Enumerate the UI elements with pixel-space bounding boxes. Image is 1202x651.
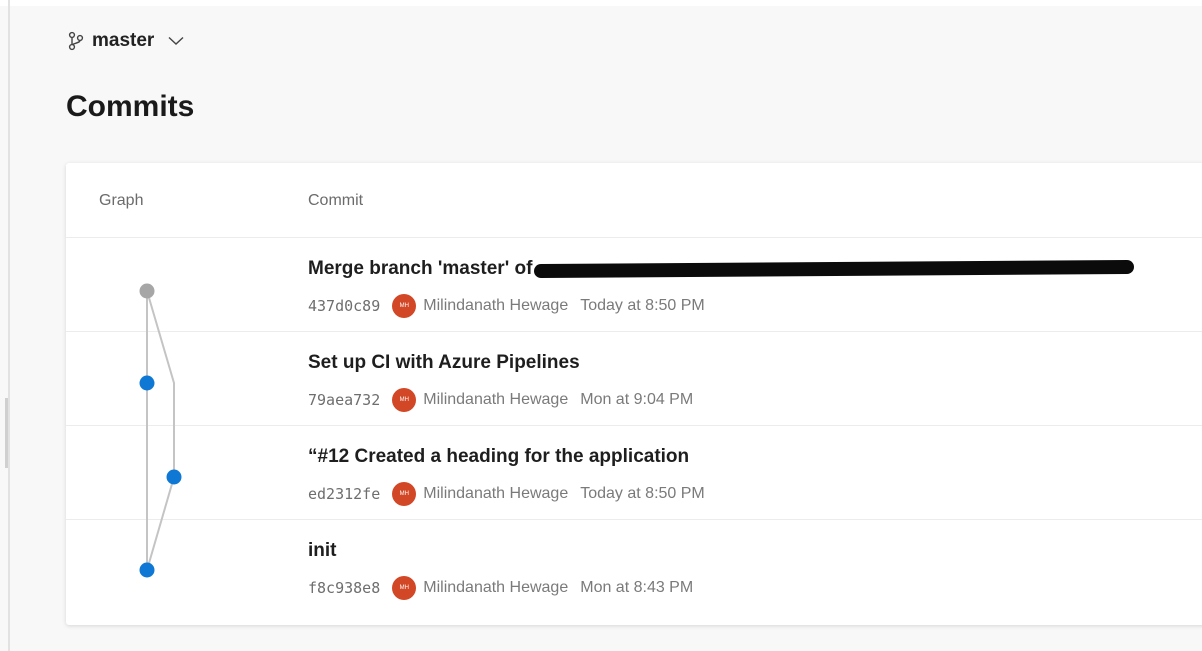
commit-date: Mon at 9:04 PM [580, 391, 694, 408]
commit-author: Milindanath Hewage [423, 579, 569, 596]
left-divider [5, 0, 10, 651]
commit-message-text: Merge branch 'master' of [308, 258, 533, 279]
commit-hash[interactable]: 437d0c89 [308, 297, 380, 315]
graph-node [139, 562, 155, 578]
column-header-commit[interactable]: Commit [308, 192, 363, 210]
commit-author: Milindanath Hewage [423, 485, 569, 502]
commit-meta: 437d0c89 MH Milindanath Hewage Today at … [308, 294, 705, 318]
avatar: MH [392, 576, 417, 600]
commit-date: Today at 8:50 PM [580, 297, 705, 314]
avatar: MH [392, 482, 417, 506]
top-strip [0, 0, 1202, 6]
graph-node [139, 375, 155, 391]
branch-selector[interactable]: master [68, 28, 184, 54]
commits-page: master Commits Graph Commit Merge branch… [0, 0, 1202, 651]
commit-message-text: “#12 Created a heading for the applicati… [308, 446, 690, 467]
chevron-down-icon [168, 35, 184, 47]
graph-node [166, 469, 182, 485]
commits-table: Graph Commit Merge branch 'master' of 43… [66, 163, 1202, 625]
branch-name: master [92, 30, 155, 51]
commit-date: Mon at 8:43 PM [580, 579, 694, 596]
commit-hash[interactable]: ed2312fe [308, 485, 380, 503]
commit-message[interactable]: Merge branch 'master' of [308, 258, 1135, 280]
commit-date: Today at 8:50 PM [580, 485, 705, 502]
commit-message[interactable]: “#12 Created a heading for the applicati… [308, 446, 689, 468]
avatar: MH [392, 388, 417, 412]
commit-meta: f8c938e8 MH Milindanath Hewage Mon at 8:… [308, 576, 693, 600]
commit-meta: 79aea732 MH Milindanath Hewage Mon at 9:… [308, 388, 693, 412]
avatar: MH [392, 294, 417, 318]
commit-hash[interactable]: f8c938e8 [308, 579, 380, 597]
commit-message[interactable]: init [308, 540, 337, 562]
graph-node-merge [139, 283, 155, 299]
commit-meta: ed2312fe MH Milindanath Hewage Today at … [308, 482, 705, 506]
commit-hash[interactable]: 79aea732 [308, 391, 380, 409]
commit-graph [139, 283, 182, 578]
commit-author: Milindanath Hewage [423, 391, 569, 408]
commit-message-text: Set up CI with Azure Pipelines [308, 352, 580, 373]
graph-edges [146, 290, 175, 571]
commit-message-text: init [308, 540, 337, 561]
divider-handle[interactable] [5, 398, 8, 468]
branch-icon [68, 31, 84, 51]
commit-message[interactable]: Set up CI with Azure Pipelines [308, 352, 580, 374]
redaction-bar [534, 259, 1135, 279]
commit-author: Milindanath Hewage [423, 297, 569, 314]
page-title: Commits [66, 90, 195, 123]
graph-edge [146, 290, 175, 571]
